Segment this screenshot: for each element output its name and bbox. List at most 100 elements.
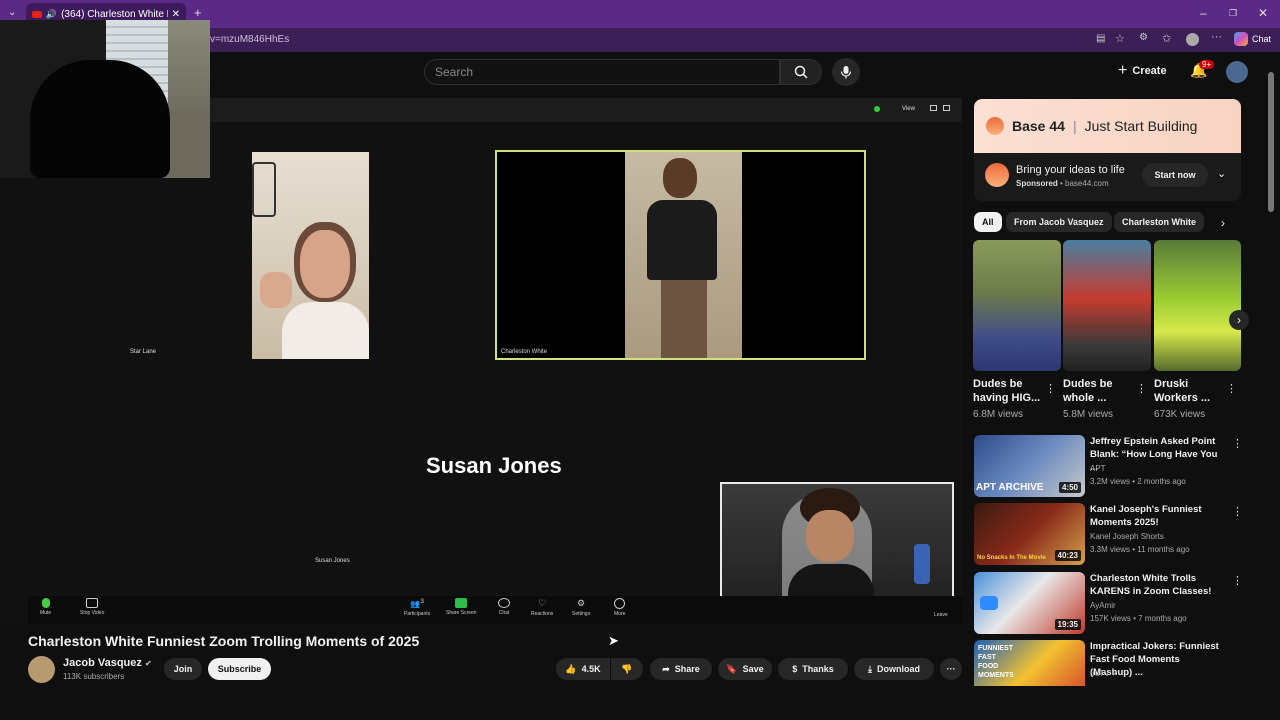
zoom-chat-button[interactable]: Chat bbox=[498, 598, 510, 616]
settings-label: Settings bbox=[572, 611, 591, 617]
bookmark-icon: 🔖 bbox=[726, 663, 738, 674]
share-screen-button[interactable]: Share Screen bbox=[446, 598, 477, 616]
short-thumbnail-3[interactable] bbox=[1154, 240, 1241, 371]
video-menu-icon[interactable]: ⋮ bbox=[1232, 642, 1236, 655]
speaker-icon[interactable]: 🔊 bbox=[46, 9, 57, 20]
url-text[interactable]: v=mzuM846HhEs bbox=[210, 34, 289, 45]
short-thumbnail-1[interactable] bbox=[973, 240, 1061, 371]
tab-list-chevron-icon[interactable]: ⌄ bbox=[8, 7, 16, 18]
video-duration: 19:35 bbox=[1054, 619, 1081, 630]
short-title-2[interactable]: Dudes be whole ... bbox=[1063, 377, 1131, 405]
zoom-logo-icon bbox=[980, 596, 998, 610]
new-tab-icon[interactable]: + bbox=[194, 5, 202, 20]
more-horizontal-icon: ··· bbox=[946, 664, 956, 674]
ad-sponsored-line: Sponsored • base44.com bbox=[1016, 179, 1109, 188]
chip-all[interactable]: All bbox=[974, 212, 1002, 232]
zoom-chat-label: Chat bbox=[498, 610, 510, 616]
stop-video-button[interactable]: Stop Video bbox=[80, 598, 104, 616]
window-close-icon[interactable]: ✕ bbox=[1258, 6, 1268, 20]
settings-button[interactable]: ⚙ Settings bbox=[572, 598, 590, 617]
participants-count: 3 bbox=[420, 598, 424, 605]
microphone-mute-icon bbox=[41, 598, 50, 608]
chip-from-jacob-vasquez[interactable]: From Jacob Vasquez bbox=[1006, 212, 1112, 232]
video-duration: 4:50 bbox=[1058, 482, 1081, 493]
chevron-right-icon: › bbox=[1237, 313, 1241, 327]
leave-button[interactable]: Leave bbox=[934, 612, 948, 618]
channel-name[interactable]: truTV ✔ bbox=[1090, 669, 1119, 678]
channel-name[interactable]: APT bbox=[1090, 464, 1106, 473]
restore-icon[interactable]: ❐ bbox=[1229, 8, 1237, 19]
subscriber-count: 113K subscribers bbox=[63, 672, 125, 681]
sponsored-ad[interactable]: Base 44 | Just Start Building Bring your… bbox=[974, 99, 1241, 201]
ad-banner[interactable]: Base 44 | Just Start Building bbox=[974, 99, 1241, 153]
video-title[interactable]: Kanel Joseph's Funniest Moments 2025! bbox=[1090, 503, 1220, 529]
heart-icon: ♡ bbox=[538, 598, 547, 608]
participants-button[interactable]: 👥3 Participants bbox=[404, 598, 430, 617]
like-button[interactable]: 👍 4.5K bbox=[556, 658, 610, 680]
more-actions-button[interactable]: ··· bbox=[940, 658, 962, 680]
channel-name[interactable]: Kanel Joseph Shorts bbox=[1090, 532, 1164, 541]
copilot-icon[interactable] bbox=[1234, 32, 1248, 46]
account-avatar[interactable] bbox=[1226, 61, 1248, 83]
short-menu-2-icon[interactable]: ⋮ bbox=[1136, 382, 1147, 395]
favorite-star-icon[interactable]: ☆ bbox=[1115, 32, 1125, 45]
extensions-icon[interactable]: ⚙ bbox=[1139, 32, 1148, 43]
chat-label[interactable]: Chat bbox=[1252, 34, 1271, 44]
channel-name[interactable]: Jacob Vasquez ✔ bbox=[63, 657, 152, 669]
start-now-button[interactable]: Start now bbox=[1142, 163, 1208, 187]
short-menu-1-icon[interactable]: ⋮ bbox=[1045, 382, 1056, 395]
download-button[interactable]: ⤓ Download bbox=[854, 658, 934, 680]
chips-next-chevron-icon[interactable]: › bbox=[1221, 216, 1225, 230]
channel-name[interactable]: AyAmir bbox=[1090, 601, 1116, 610]
short-thumbnail-2[interactable] bbox=[1063, 240, 1151, 371]
video-menu-icon[interactable]: ⋮ bbox=[1232, 574, 1243, 587]
verified-check-icon: ✔ bbox=[144, 659, 152, 668]
share-button[interactable]: ➦ Share bbox=[650, 658, 712, 680]
scrollbar-thumb[interactable] bbox=[1268, 72, 1274, 212]
minimize-icon[interactable]: – bbox=[1200, 6, 1207, 20]
shorts-next-button[interactable]: › bbox=[1229, 310, 1249, 330]
video-thumbnail[interactable]: APT ARCHIVE 4:50 bbox=[974, 435, 1085, 497]
tile-name-star-lane: Star Lane bbox=[130, 349, 157, 355]
recommended-video-3[interactable]: 19:35 Charleston White Trolls KARENS in … bbox=[974, 572, 1243, 634]
more-button[interactable]: More bbox=[614, 598, 625, 617]
video-menu-icon[interactable]: ⋮ bbox=[1232, 505, 1243, 518]
channel-name-text: truTV bbox=[1090, 669, 1110, 678]
search-button[interactable] bbox=[780, 59, 822, 85]
tab-close-icon[interactable]: ✕ bbox=[172, 9, 180, 20]
thanks-button[interactable]: $ Thanks bbox=[778, 658, 848, 680]
video-meta: 3.2M views • 2 months ago bbox=[1090, 477, 1186, 486]
ad-expand-chevron-icon[interactable]: ⌄ bbox=[1217, 167, 1226, 180]
short-menu-3-icon[interactable]: ⋮ bbox=[1226, 382, 1237, 395]
voice-search-button[interactable] bbox=[832, 58, 860, 86]
dislike-button[interactable]: 👎 bbox=[611, 658, 643, 680]
reactions-button[interactable]: ♡ Reactions bbox=[531, 598, 553, 617]
favorites-icon[interactable]: ✩ bbox=[1162, 32, 1171, 45]
reader-view-icon[interactable]: ▤ bbox=[1096, 33, 1105, 44]
save-button[interactable]: 🔖 Save bbox=[718, 658, 772, 680]
more-options-icon[interactable]: ··· bbox=[1211, 31, 1222, 43]
video-thumbnail[interactable]: No Snacks In The Movie 40:23 bbox=[974, 503, 1085, 565]
join-button[interactable]: Join bbox=[164, 658, 202, 680]
video-thumbnail[interactable]: 19:35 bbox=[974, 572, 1085, 634]
create-button[interactable]: + Create bbox=[1118, 62, 1167, 80]
chip-charleston-white[interactable]: Charleston White bbox=[1114, 212, 1205, 232]
recommended-video-2[interactable]: No Snacks In The Movie 40:23 Kanel Josep… bbox=[974, 503, 1243, 565]
page-scrollbar[interactable] bbox=[1268, 56, 1276, 686]
search-input[interactable]: Search bbox=[424, 59, 780, 85]
share-arrow-icon: ➦ bbox=[662, 663, 670, 674]
video-title[interactable]: Jeffrey Epstein Asked Point Blank: “How … bbox=[1090, 435, 1220, 474]
mute-button[interactable]: Mute bbox=[40, 598, 51, 616]
video-menu-icon[interactable]: ⋮ bbox=[1232, 437, 1243, 450]
share-label: Share bbox=[674, 664, 700, 674]
short-title-3[interactable]: Druski Workers ... bbox=[1154, 377, 1222, 405]
short-title-1[interactable]: Dudes be having HIG... bbox=[973, 377, 1041, 405]
video-thumbnail[interactable]: FUNNIEST FAST FOOD MOMENTS bbox=[974, 640, 1085, 686]
short-views-2: 5.8M views bbox=[1063, 409, 1114, 420]
recommended-video-4[interactable]: FUNNIEST FAST FOOD MOMENTS Impractical J… bbox=[974, 640, 1236, 686]
profile-icon[interactable] bbox=[1186, 33, 1199, 46]
recommended-video-1[interactable]: APT ARCHIVE 4:50 Jeffrey Epstein Asked P… bbox=[974, 435, 1243, 497]
channel-avatar[interactable] bbox=[28, 656, 55, 683]
subscribe-button[interactable]: Subscribe bbox=[208, 658, 271, 680]
video-title[interactable]: Charleston White Trolls KARENS in Zoom C… bbox=[1090, 572, 1220, 598]
